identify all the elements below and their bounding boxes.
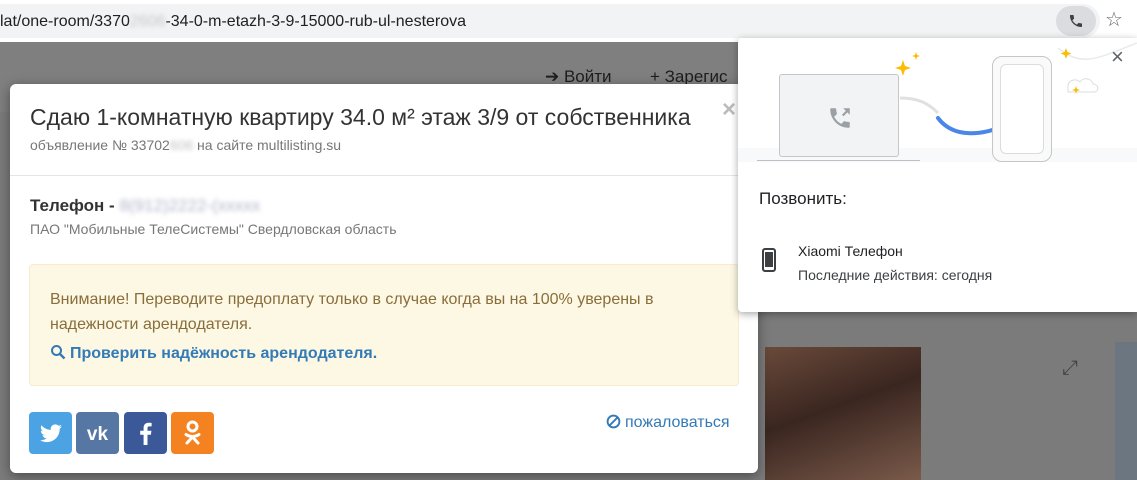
smartphone-icon[interactable] [762, 248, 776, 277]
listing-id-prefix: объявление № 33702 [30, 137, 170, 153]
warning-alert: Внимание! Переводите предоплату только в… [29, 264, 739, 386]
bookmark-star-icon[interactable]: ☆ [1105, 8, 1123, 32]
phone-operator: ПАО "Мобильные ТелеСистемы" Свердловская… [30, 221, 397, 237]
vk-icon: vk [87, 424, 109, 445]
facebook-icon [140, 422, 152, 445]
alert-text: Внимание! Переводите предоплату только в… [50, 291, 654, 333]
background-scrollbar [1115, 342, 1137, 480]
phone-number[interactable]: 8(912)2222-(ххххх [119, 196, 260, 215]
popup-close-button[interactable]: × [1111, 46, 1124, 68]
browser-address-bar: lat/one-room/33702606-34-0-m-etazh-3-9-1… [0, 0, 1137, 42]
contact-modal: Сдаю 1-комнатную квартиру 34.0 м² этаж 3… [10, 84, 758, 473]
twitter-share-button[interactable] [29, 412, 72, 454]
report-link[interactable]: пожаловаться [606, 414, 730, 432]
report-label: пожаловаться [625, 414, 730, 431]
url-blurred: 2606 [129, 13, 166, 30]
click-to-call-popup: × Позвонить: Xiaomi Телефон Последние де… [738, 38, 1137, 312]
url-text[interactable]: lat/one-room/33702606-34-0-m-etazh-3-9-1… [0, 13, 466, 31]
url-prefix: lat/one-room/3370 [0, 13, 130, 30]
twitter-icon [40, 424, 62, 443]
modal-header: Сдаю 1-комнатную квартиру 34.0 м² этаж 3… [10, 84, 758, 176]
listing-photo [765, 347, 921, 480]
device-name[interactable]: Xiaomi Телефон [798, 243, 903, 259]
phone-forward-icon [830, 108, 850, 128]
laptop-illustration [779, 74, 899, 157]
device-last-active[interactable]: Последние действия: сегодня [798, 267, 992, 283]
popup-heading: Позвонить: [759, 189, 847, 208]
url-field[interactable]: lat/one-room/33702606-34-0-m-etazh-3-9-1… [0, 4, 1100, 38]
vk-share-button[interactable]: vk [76, 412, 119, 454]
svg-text:vk: vk [87, 424, 109, 445]
search-icon [51, 345, 66, 360]
listing-id-suffix: на сайте multilisting.su [193, 137, 342, 153]
phone-illustration-screen [1000, 64, 1044, 154]
check-landlord-label: Проверить надёжность арендодателя. [70, 345, 378, 362]
phone-label: Телефон - [30, 196, 120, 215]
url-suffix: -34-0-m-etazh-3-9-15000-rub-ul-nesterova [165, 13, 467, 30]
odnoklassniki-share-button[interactable] [171, 412, 214, 454]
call-illustration [738, 38, 1137, 162]
click-to-call-button[interactable] [1056, 6, 1096, 36]
expand-icon[interactable]: ⤢ [1062, 357, 1078, 380]
facebook-share-button[interactable] [124, 412, 167, 454]
laptop-base [757, 160, 920, 161]
listing-id-blurred: 606 [169, 137, 194, 153]
phone-number-line: Телефон - 8(912)2222-(ххххх [30, 196, 260, 216]
check-landlord-link[interactable]: Проверить надёжность арендодателя. [50, 344, 377, 363]
listing-id-line: объявление № 33702606 на сайте multilist… [30, 137, 341, 153]
modal-close-button[interactable]: × [722, 98, 736, 122]
modal-title: Сдаю 1-комнатную квартиру 34.0 м² этаж 3… [30, 104, 691, 130]
phone-icon [1070, 15, 1082, 27]
odnoklassniki-icon [184, 420, 201, 445]
ban-icon [606, 414, 621, 429]
